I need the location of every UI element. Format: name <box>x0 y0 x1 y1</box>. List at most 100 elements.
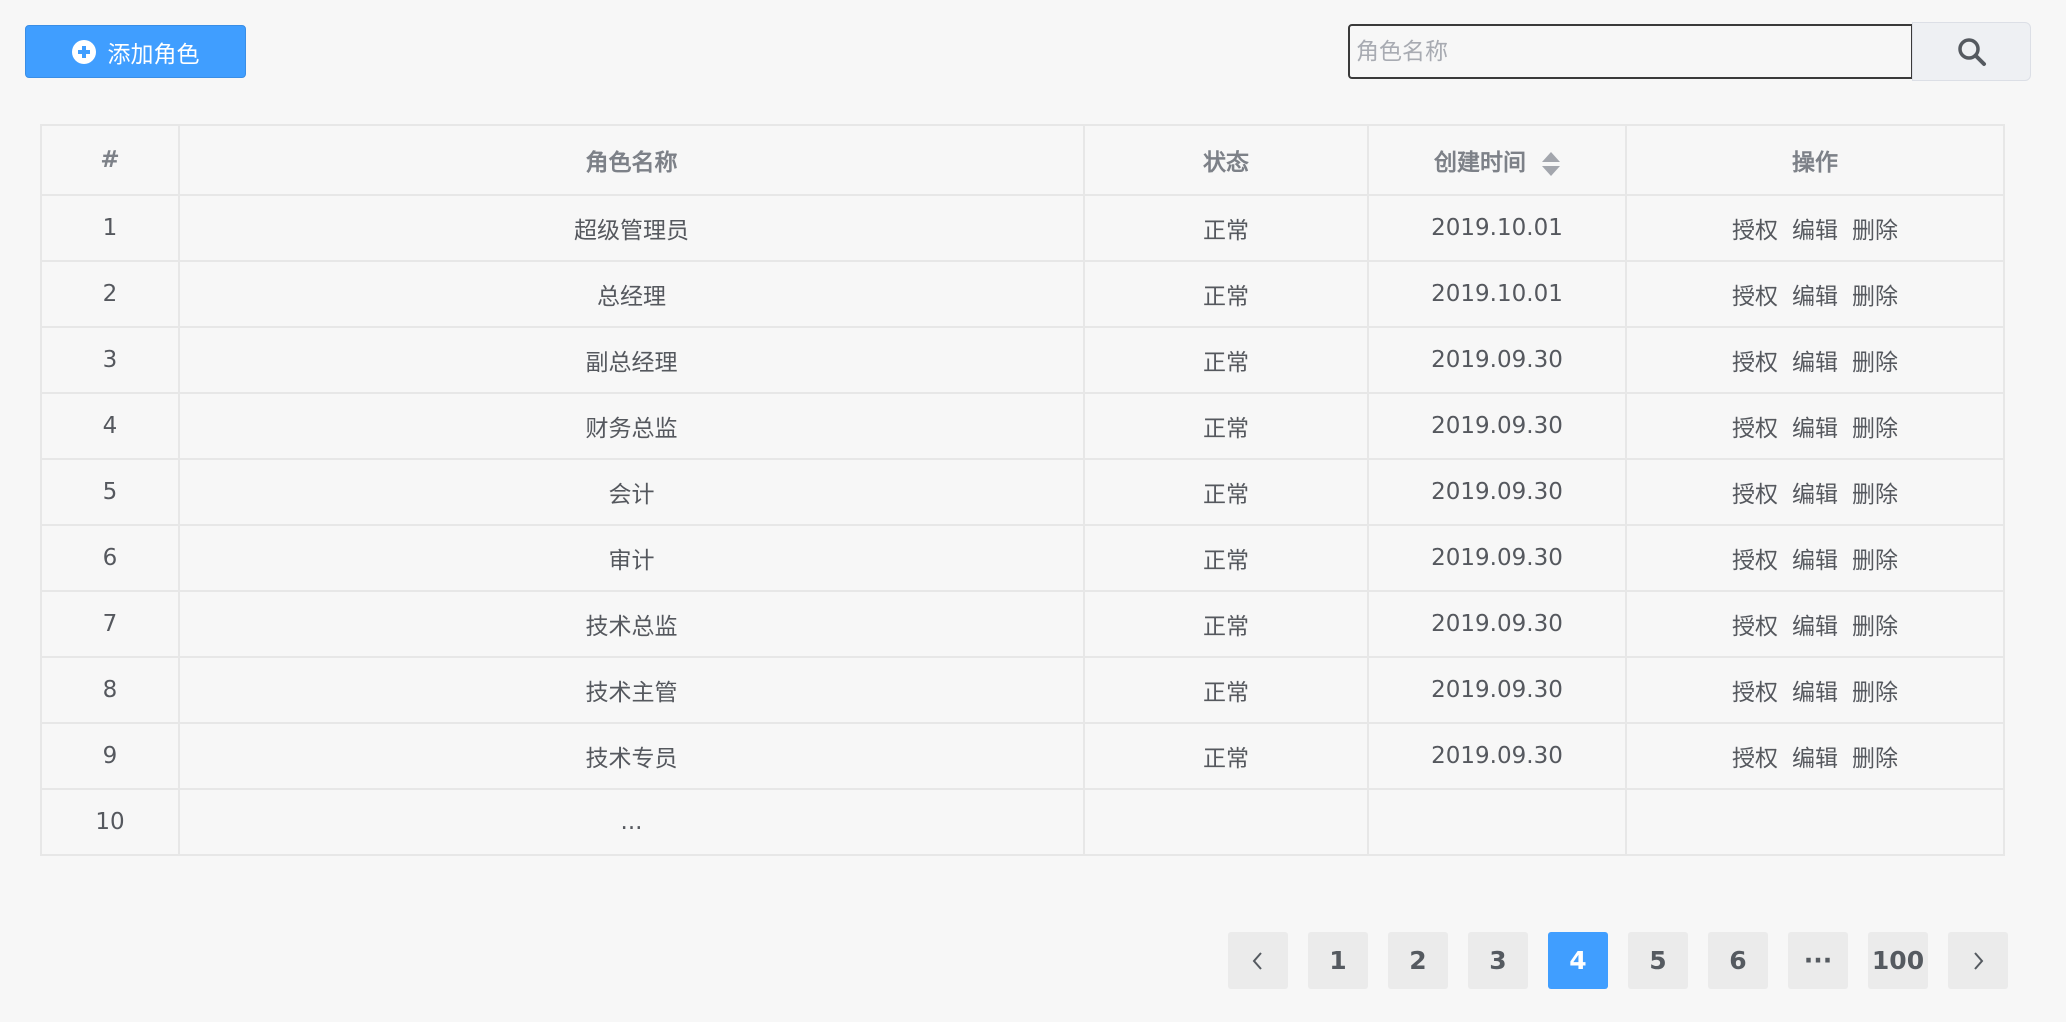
page-button-6[interactable]: 6 <box>1708 932 1768 989</box>
auth-link[interactable]: 授权 <box>1732 680 1778 706</box>
auth-link[interactable]: 授权 <box>1732 614 1778 640</box>
auth-link[interactable]: 授权 <box>1732 284 1778 310</box>
auth-link[interactable]: 授权 <box>1732 746 1778 772</box>
cell-actions <box>1625 788 2005 856</box>
cell-created: 2019.09.30 <box>1367 392 1627 460</box>
cell-actions: 授权 编辑 删除 <box>1625 458 2005 526</box>
cell-created: 2019.09.30 <box>1367 326 1627 394</box>
add-role-button[interactable]: 添加角色 <box>25 25 246 78</box>
header-index: # <box>40 124 180 196</box>
header-created[interactable]: 创建时间 <box>1367 124 1627 196</box>
page-button-1[interactable]: 1 <box>1308 932 1368 989</box>
edit-link[interactable]: 编辑 <box>1792 746 1838 772</box>
header-name: 角色名称 <box>178 124 1085 196</box>
table-row: 7 技术总监 正常 2019.09.30 授权 编辑 删除 <box>40 590 2005 658</box>
page-button-100[interactable]: 100 <box>1868 932 1928 989</box>
delete-link[interactable]: 删除 <box>1852 482 1898 508</box>
search-input[interactable] <box>1348 24 1913 79</box>
cell-name: ... <box>178 788 1085 856</box>
cell-actions: 授权 编辑 删除 <box>1625 590 2005 658</box>
table-row: 2 总经理 正常 2019.10.01 授权 编辑 删除 <box>40 260 2005 328</box>
table-row: 3 副总经理 正常 2019.09.30 授权 编辑 删除 <box>40 326 2005 394</box>
cell-status <box>1083 788 1369 856</box>
cell-created: 2019.09.30 <box>1367 656 1627 724</box>
edit-link[interactable]: 编辑 <box>1792 680 1838 706</box>
cell-created: 2019.09.30 <box>1367 524 1627 592</box>
cell-created: 2019.09.30 <box>1367 458 1627 526</box>
cell-actions: 授权 编辑 删除 <box>1625 392 2005 460</box>
search-icon <box>1957 37 1986 66</box>
table-row: 9 技术专员 正常 2019.09.30 授权 编辑 删除 <box>40 722 2005 790</box>
edit-link[interactable]: 编辑 <box>1792 350 1838 376</box>
cell-status: 正常 <box>1083 260 1369 328</box>
cell-status: 正常 <box>1083 722 1369 790</box>
add-role-label: 添加角色 <box>107 41 200 68</box>
edit-link[interactable]: 编辑 <box>1792 548 1838 574</box>
prev-page-button[interactable] <box>1228 932 1288 989</box>
edit-link[interactable]: 编辑 <box>1792 416 1838 442</box>
cell-created: 2019.09.30 <box>1367 722 1627 790</box>
cell-created <box>1367 788 1627 856</box>
cell-index: 8 <box>40 656 180 724</box>
page-button-4-current[interactable]: 4 <box>1548 932 1608 989</box>
page-button-5[interactable]: 5 <box>1628 932 1688 989</box>
auth-link[interactable]: 授权 <box>1732 416 1778 442</box>
edit-link[interactable]: 编辑 <box>1792 284 1838 310</box>
delete-link[interactable]: 删除 <box>1852 548 1898 574</box>
page-ellipsis-button[interactable]: ··· <box>1788 932 1848 989</box>
chevron-right-icon <box>1974 951 1984 970</box>
search-button[interactable] <box>1912 22 2031 81</box>
header-actions: 操作 <box>1625 124 2005 196</box>
table-row: 6 审计 正常 2019.09.30 授权 编辑 删除 <box>40 524 2005 592</box>
cell-index: 5 <box>40 458 180 526</box>
cell-name: 副总经理 <box>178 326 1085 394</box>
delete-link[interactable]: 删除 <box>1852 218 1898 244</box>
delete-link[interactable]: 删除 <box>1852 416 1898 442</box>
edit-link[interactable]: 编辑 <box>1792 482 1838 508</box>
cell-created: 2019.10.01 <box>1367 194 1627 262</box>
auth-link[interactable]: 授权 <box>1732 548 1778 574</box>
edit-link[interactable]: 编辑 <box>1792 614 1838 640</box>
sort-icon[interactable] <box>1542 151 1560 176</box>
table-row: 1 超级管理员 正常 2019.10.01 授权 编辑 删除 <box>40 194 2005 262</box>
delete-link[interactable]: 删除 <box>1852 614 1898 640</box>
delete-link[interactable]: 删除 <box>1852 284 1898 310</box>
auth-link[interactable]: 授权 <box>1732 350 1778 376</box>
table-row: 8 技术主管 正常 2019.09.30 授权 编辑 删除 <box>40 656 2005 724</box>
edit-link[interactable]: 编辑 <box>1792 218 1838 244</box>
page-button-2[interactable]: 2 <box>1388 932 1448 989</box>
cell-name: 财务总监 <box>178 392 1085 460</box>
cell-actions: 授权 编辑 删除 <box>1625 194 2005 262</box>
cell-name: 总经理 <box>178 260 1085 328</box>
cell-index: 9 <box>40 722 180 790</box>
auth-link[interactable]: 授权 <box>1732 482 1778 508</box>
cell-name: 技术主管 <box>178 656 1085 724</box>
page: 添加角色 # 角色名称 状态 创建时间 操作 1超级管理员正常2019.10.0… <box>0 0 2066 1022</box>
page-button-3[interactable]: 3 <box>1468 932 1528 989</box>
header-status: 状态 <box>1083 124 1369 196</box>
cell-name: 会计 <box>178 458 1085 526</box>
cell-actions: 授权 编辑 删除 <box>1625 326 2005 394</box>
pagination: 1 2 3 4 5 6 ··· 100 <box>1228 932 2008 989</box>
cell-status: 正常 <box>1083 392 1369 460</box>
cell-status: 正常 <box>1083 458 1369 526</box>
cell-index: 6 <box>40 524 180 592</box>
table-row: 5 会计 正常 2019.09.30 授权 编辑 删除 <box>40 458 2005 526</box>
header-created-label: 创建时间 <box>1434 150 1526 176</box>
cell-index: 10 <box>40 788 180 856</box>
cell-status: 正常 <box>1083 656 1369 724</box>
delete-link[interactable]: 删除 <box>1852 680 1898 706</box>
cell-actions: 授权 编辑 删除 <box>1625 260 2005 328</box>
roles-table: # 角色名称 状态 创建时间 操作 1 超级管理员 正常 2019.10.01 授权 编辑… <box>40 124 2005 856</box>
cell-index: 2 <box>40 260 180 328</box>
delete-link[interactable]: 删除 <box>1852 746 1898 772</box>
cell-actions: 授权 编辑 删除 <box>1625 722 2005 790</box>
next-page-button[interactable] <box>1948 932 2008 989</box>
cell-created: 2019.10.01 <box>1367 260 1627 328</box>
cell-status: 正常 <box>1083 194 1369 262</box>
delete-link[interactable]: 删除 <box>1852 350 1898 376</box>
table-row: 10... <box>40 788 2005 856</box>
table-row: 4 财务总监 正常 2019.09.30 授权 编辑 删除 <box>40 392 2005 460</box>
auth-link[interactable]: 授权 <box>1732 218 1778 244</box>
cell-created: 2019.09.30 <box>1367 590 1627 658</box>
